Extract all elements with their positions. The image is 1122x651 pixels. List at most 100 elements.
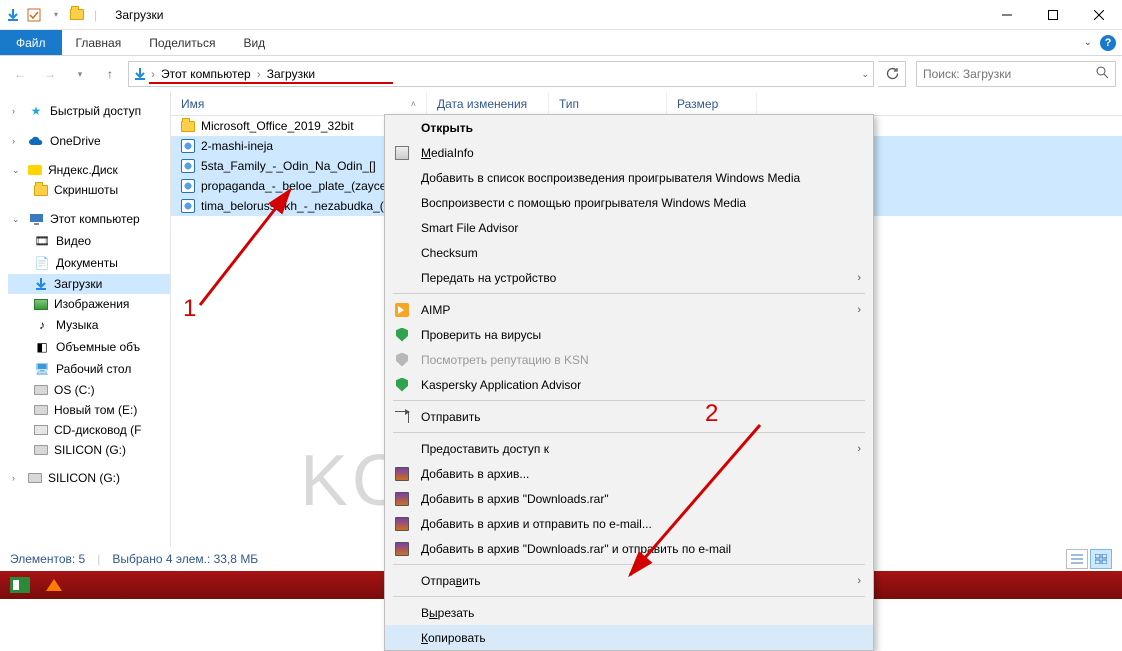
taskbar-app-2[interactable] <box>42 575 66 595</box>
sidebar-label: Быстрый доступ <box>50 104 141 118</box>
ctx-rar-dl-email[interactable]: Добавить в архив "Downloads.rar" и отпра… <box>385 536 873 561</box>
help-icon[interactable]: ? <box>1100 35 1116 51</box>
file-name: propaganda_-_beloe_plate_(zaycev <box>201 179 392 193</box>
chevron-right-icon[interactable]: › <box>149 67 157 81</box>
breadcrumb-current[interactable]: Загрузки <box>265 67 317 81</box>
ctx-label: Checksum <box>421 246 861 260</box>
col-name[interactable]: Имя˄ <box>171 92 427 115</box>
ctx-kaa[interactable]: Kaspersky Application Advisor <box>385 372 873 397</box>
col-date[interactable]: Дата изменения <box>427 92 549 115</box>
ctx-rar-add-dl[interactable]: Добавить в архив "Downloads.rar" <box>385 486 873 511</box>
rar-icon <box>395 467 409 481</box>
view-details-button[interactable] <box>1066 549 1088 569</box>
expand-icon[interactable]: › <box>12 473 22 483</box>
nav-recent-dropdown[interactable]: ▾ <box>66 61 94 87</box>
ctx-copy[interactable]: Копировать <box>385 625 873 650</box>
sidebar-pictures[interactable]: Изображения <box>8 294 170 314</box>
tab-share[interactable]: Поделиться <box>135 30 229 55</box>
close-button[interactable] <box>1076 0 1122 30</box>
ctx-scan[interactable]: Проверить на вирусы <box>385 322 873 347</box>
sidebar-drive-g-root[interactable]: › SILICON (G:) <box>8 468 170 488</box>
tab-view[interactable]: Вид <box>229 30 279 55</box>
ctx-wmp-add[interactable]: Добавить в список воспроизведения проигр… <box>385 165 873 190</box>
tab-home[interactable]: Главная <box>62 30 136 55</box>
address-history-dropdown[interactable]: ⌄ <box>861 69 869 80</box>
ctx-label: AIMP <box>421 303 847 317</box>
sidebar-yandex-disk[interactable]: ⌄ Яндекс.Диск <box>8 160 170 180</box>
ctx-rar-add[interactable]: Добавить в архив... <box>385 461 873 486</box>
collapse-icon[interactable]: ⌄ <box>12 214 22 225</box>
ctx-label: Добавить в архив "Downloads.rar" <box>421 492 861 506</box>
search-box[interactable] <box>916 61 1116 87</box>
sidebar-label: Загрузки <box>54 277 102 291</box>
ctx-cast[interactable]: Передать на устройство› <box>385 265 873 290</box>
window-title: Загрузки <box>115 8 163 22</box>
sidebar-music[interactable]: ♪Музыка <box>8 314 170 336</box>
ctx-sfa[interactable]: Smart File Advisor <box>385 215 873 240</box>
ctx-aimp[interactable]: AIMP › <box>385 297 873 322</box>
ctx-cut[interactable]: Вырезать <box>385 600 873 625</box>
ctx-label: Добавить в архив... <box>421 467 861 481</box>
view-icons-button[interactable] <box>1090 549 1112 569</box>
address-bar[interactable]: › Этот компьютер › Загрузки ⌄ <box>128 61 874 87</box>
maximize-button[interactable] <box>1030 0 1076 30</box>
drive-icon <box>28 473 42 483</box>
status-selection: Выбрано 4 элем.: 33,8 МБ <box>112 552 258 566</box>
taskbar-app-1[interactable] <box>8 575 32 595</box>
sidebar-label: Изображения <box>54 297 129 311</box>
sidebar-drive-e[interactable]: Новый том (E:) <box>8 400 170 420</box>
sidebar-cd-drive[interactable]: CD-дисковод (F <box>8 420 170 440</box>
sidebar-3d[interactable]: ◧Объемные объ <box>8 336 170 358</box>
search-input[interactable] <box>923 67 1096 81</box>
chevron-right-icon[interactable]: › <box>255 67 263 81</box>
ctx-wmp-play[interactable]: Воспроизвести с помощью проигрывателя Wi… <box>385 190 873 215</box>
expand-icon[interactable]: › <box>12 106 22 116</box>
ribbon-tabs: Файл Главная Поделиться Вид ⌄ ? <box>0 30 1122 56</box>
ctx-checksum[interactable]: Checksum <box>385 240 873 265</box>
col-size[interactable]: Размер <box>667 92 757 115</box>
qat-checkbox-icon[interactable] <box>26 7 42 23</box>
sidebar-label: Новый том (E:) <box>54 403 137 417</box>
minimize-button[interactable] <box>984 0 1030 30</box>
ribbon-collapse-icon[interactable]: ⌄ <box>1084 37 1092 48</box>
column-headers: Имя˄ Дата изменения Тип Размер <box>171 92 1122 116</box>
collapse-icon[interactable]: ⌄ <box>12 165 22 176</box>
sidebar-this-pc[interactable]: ⌄ Этот компьютер <box>8 208 170 230</box>
status-count: Элементов: 5 <box>10 552 85 566</box>
ctx-open[interactable]: Открыть <box>385 115 873 140</box>
search-icon[interactable] <box>1096 66 1109 82</box>
sidebar-drive-g[interactable]: SILICON (G:) <box>8 440 170 460</box>
rar-icon <box>395 542 409 556</box>
folder-icon <box>181 121 195 132</box>
qat-dropdown-icon[interactable]: ▾ <box>48 7 64 23</box>
ctx-mediainfo[interactable]: MediaInfo <box>385 140 873 165</box>
sidebar-downloads[interactable]: Загрузки <box>8 274 170 294</box>
ctx-send-to[interactable]: Отправить› <box>385 568 873 593</box>
tab-file[interactable]: Файл <box>0 30 62 55</box>
ctx-label: Проверить на вирусы <box>421 328 861 342</box>
nav-forward-button[interactable]: → <box>36 61 64 87</box>
ctx-rar-email[interactable]: Добавить в архив и отправить по e-mail..… <box>385 511 873 536</box>
sidebar-quick-access[interactable]: › ★ Быстрый доступ <box>8 100 170 122</box>
ctx-share-access[interactable]: Предоставить доступ к› <box>385 436 873 461</box>
nav-back-button[interactable]: ← <box>6 61 34 87</box>
submenu-arrow-icon: › <box>857 304 861 316</box>
col-type[interactable]: Тип <box>549 92 667 115</box>
ctx-label: Посмотреть репутацию в KSN <box>421 353 861 367</box>
sidebar-drive-c[interactable]: OS (C:) <box>8 380 170 400</box>
video-icon: 🎞 <box>34 233 50 249</box>
nav-bar: ← → ▾ ↑ › Этот компьютер › Загрузки ⌄ <box>0 56 1122 92</box>
breadcrumb-root[interactable]: Этот компьютер <box>159 67 253 81</box>
ctx-label: Smart File Advisor <box>421 221 861 235</box>
refresh-button[interactable] <box>878 61 906 87</box>
sidebar-desktop[interactable]: 🖥Рабочий стол <box>8 358 170 380</box>
sidebar-documents[interactable]: 📄Документы <box>8 252 170 274</box>
nav-up-button[interactable]: ↑ <box>96 61 124 87</box>
ctx-send[interactable]: Отправить <box>385 404 873 429</box>
sidebar-videos[interactable]: 🎞Видео <box>8 230 170 252</box>
ctx-label: Добавить в архив и отправить по e-mail..… <box>421 517 861 531</box>
drive-icon <box>34 385 48 395</box>
sidebar-onedrive[interactable]: › OneDrive <box>8 130 170 152</box>
expand-icon[interactable]: › <box>12 136 22 146</box>
sidebar-screenshots[interactable]: Скриншоты <box>8 180 170 200</box>
